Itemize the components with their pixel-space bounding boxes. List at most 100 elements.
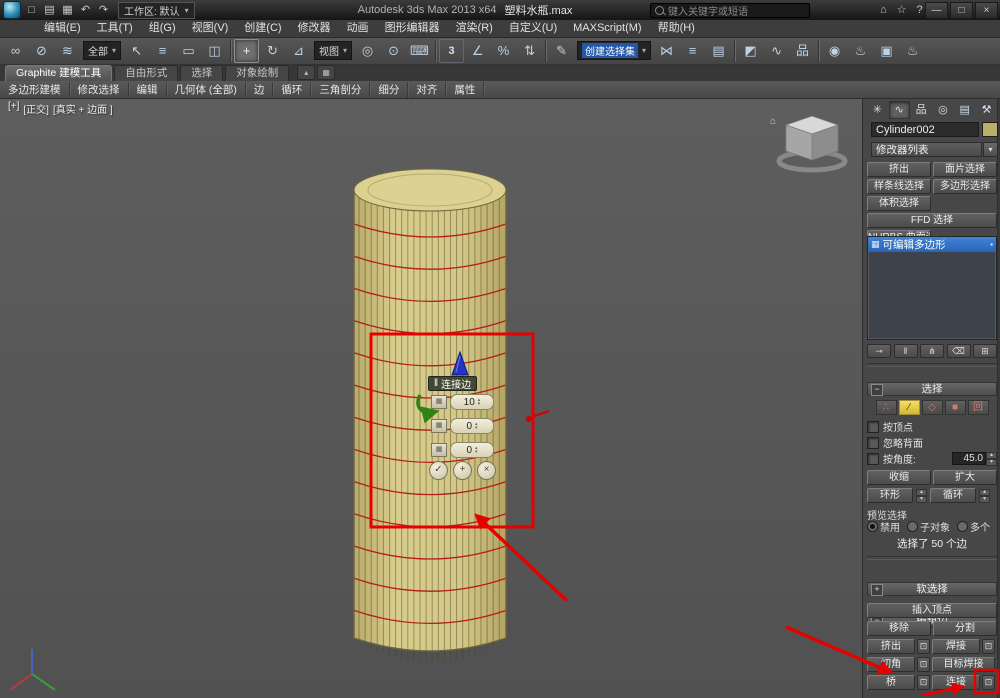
- schematic-view-icon[interactable]: 品: [790, 39, 815, 63]
- render-production-icon[interactable]: ♨: [900, 39, 925, 63]
- select-and-manipulate-icon[interactable]: ⊙: [381, 39, 406, 63]
- favorites-icon[interactable]: ☆: [893, 2, 910, 18]
- ribbon-tab[interactable]: 自由形式: [114, 65, 178, 81]
- select-and-scale-icon[interactable]: ⊿: [286, 39, 311, 63]
- unlink-selection-icon[interactable]: ⊘: [29, 39, 54, 63]
- named-selection-sets-icon[interactable]: ✎: [549, 39, 574, 63]
- menu-item[interactable]: 帮助(H): [650, 20, 703, 37]
- menu-item[interactable]: 渲染(R): [448, 20, 501, 37]
- undo-icon[interactable]: ↶: [77, 2, 94, 18]
- menu-item[interactable]: MAXScript(M): [565, 20, 649, 37]
- search-box[interactable]: 键入关键字或短语: [650, 3, 810, 18]
- connect-button[interactable]: 连接: [932, 675, 980, 690]
- show-end-result-icon[interactable]: ‖: [894, 344, 918, 358]
- object-name-field[interactable]: Cylinder002: [871, 122, 979, 137]
- viewport-general-menu[interactable]: [+]: [8, 101, 19, 116]
- bridge-settings-button[interactable]: ⊡: [917, 675, 930, 690]
- render-setup-icon[interactable]: ♨: [848, 39, 873, 63]
- border-subobject-icon[interactable]: ◇: [922, 400, 943, 415]
- viewport-pov-menu[interactable]: [正交]: [23, 101, 49, 116]
- ribbon-panel-label[interactable]: 三角剖分: [311, 82, 370, 98]
- modifier-button[interactable]: FFD 选择: [867, 213, 997, 228]
- material-editor-icon[interactable]: ◉: [822, 39, 847, 63]
- select-by-name-icon[interactable]: ≡: [150, 39, 175, 63]
- weld-button[interactable]: 焊接: [932, 639, 980, 654]
- pin-stack-icon[interactable]: ⊸: [867, 344, 891, 358]
- menu-item[interactable]: 自定义(U): [501, 20, 565, 37]
- ribbon-panel-label[interactable]: 几何体 (全部): [167, 82, 246, 98]
- ribbon-panel-label[interactable]: 对齐: [408, 82, 446, 98]
- modifier-stack[interactable]: ▦ 可编辑多边形 ▪: [867, 236, 997, 340]
- hierarchy-tab[interactable]: 品: [911, 101, 932, 119]
- remove-button[interactable]: 移除: [867, 621, 931, 636]
- maximize-button[interactable]: □: [950, 2, 973, 19]
- ribbon-panel-label[interactable]: 属性: [446, 82, 484, 98]
- use-pivot-point-icon[interactable]: ◎: [355, 39, 380, 63]
- cancel-button[interactable]: ×: [477, 461, 496, 480]
- caddy-value-field[interactable]: 10 ▴▾: [450, 394, 494, 410]
- layer-manager-icon[interactable]: ▤: [706, 39, 731, 63]
- close-button[interactable]: ×: [975, 2, 998, 19]
- select-and-link-icon[interactable]: ∞: [3, 39, 28, 63]
- connect-settings-button[interactable]: ⊡: [982, 675, 995, 690]
- ribbon-panel-label[interactable]: 多边形建模: [0, 82, 70, 98]
- ok-button[interactable]: ✓: [429, 461, 448, 480]
- make-unique-icon[interactable]: ⋔: [920, 344, 944, 358]
- display-tab[interactable]: ▤: [954, 101, 975, 119]
- shrink-button[interactable]: 收缩: [867, 470, 931, 485]
- modifier-button[interactable]: 样条线选择: [867, 179, 931, 194]
- curve-editor-icon[interactable]: ∿: [764, 39, 789, 63]
- menu-item[interactable]: 组(G): [141, 20, 184, 37]
- polygon-subobject-icon[interactable]: ■: [945, 400, 966, 415]
- vertex-subobject-icon[interactable]: ∴: [876, 400, 897, 415]
- angle-value-field[interactable]: 45.0: [952, 452, 986, 465]
- modifier-list-dropdown[interactable]: 修改器列表: [871, 142, 982, 157]
- menu-item[interactable]: 工具(T): [89, 20, 141, 37]
- spinner-icon[interactable]: ▴▾: [979, 489, 990, 503]
- insert-vertex-button[interactable]: 插入顶点: [867, 603, 997, 618]
- ribbon-panel-label[interactable]: 循环: [273, 82, 311, 98]
- modify-tab[interactable]: ∿: [889, 101, 910, 119]
- ribbon-panel-label[interactable]: 细分: [370, 82, 408, 98]
- reference-coordinate-dropdown[interactable]: 视图 ▾: [314, 41, 352, 60]
- save-file-icon[interactable]: ▦: [59, 2, 76, 18]
- rendered-frame-window-icon[interactable]: ▣: [874, 39, 899, 63]
- menu-item[interactable]: 创建(C): [236, 20, 289, 37]
- by-vertex-checkbox[interactable]: [867, 421, 879, 433]
- viewcube-home-icon[interactable]: ⌂: [770, 116, 776, 127]
- apply-and-continue-button[interactable]: +: [453, 461, 472, 480]
- spinner-icon[interactable]: ▴▾: [916, 489, 927, 503]
- ribbon-tab[interactable]: 对象绘制: [225, 65, 289, 81]
- preview-option[interactable]: 禁用: [867, 519, 900, 534]
- ribbon-tab[interactable]: Graphite 建模工具: [5, 65, 112, 81]
- mirror-icon[interactable]: ⋈: [654, 39, 679, 63]
- spinner-icon[interactable]: ▴▾: [478, 398, 481, 406]
- snaps-toggle-icon[interactable]: 3: [439, 39, 464, 63]
- selection-filter-dropdown[interactable]: 全部 ▾: [83, 41, 121, 60]
- modifier-button[interactable]: 多边形选择: [933, 179, 997, 194]
- configure-modifier-sets-icon[interactable]: ⊞: [973, 344, 997, 358]
- menu-item[interactable]: 修改器: [290, 20, 339, 37]
- bind-to-space-warp-icon[interactable]: ≋: [55, 39, 80, 63]
- object-color-swatch[interactable]: [982, 122, 998, 137]
- spinner-icon[interactable]: ▴▾: [475, 422, 478, 430]
- modifier-button[interactable]: 面片选择: [933, 162, 997, 177]
- minimize-button[interactable]: —: [925, 2, 948, 19]
- ribbon-panel-label[interactable]: 边: [246, 82, 274, 98]
- soft-selection-rollout-header[interactable]: + 软选择: [867, 582, 997, 596]
- angle-snap-icon[interactable]: ∠: [465, 39, 490, 63]
- chamfer-settings-button[interactable]: ⊡: [917, 657, 930, 672]
- motion-tab[interactable]: ◎: [932, 101, 953, 119]
- workspace-dropdown[interactable]: 工作区: 默认 ▾: [118, 2, 195, 19]
- preview-option[interactable]: 多个: [957, 519, 990, 534]
- ignore-backfacing-checkbox[interactable]: [867, 437, 879, 449]
- ribbon-tab[interactable]: 选择: [180, 65, 223, 81]
- viewport[interactable]: ⌂ [+][正交][真实 + 边面 ] ‖ 连接边 ▦ 10: [0, 98, 862, 698]
- selection-rollout-header[interactable]: − 选择: [867, 382, 997, 396]
- create-tab[interactable]: ✳: [867, 101, 888, 119]
- keyboard-override-icon[interactable]: ⌨: [407, 39, 432, 63]
- selection-region-icon[interactable]: ▭: [176, 39, 201, 63]
- split-button[interactable]: 分割: [933, 621, 997, 636]
- select-object-icon[interactable]: ↖: [124, 39, 149, 63]
- connect-edges-caddy-title[interactable]: ‖ 连接边: [428, 376, 477, 391]
